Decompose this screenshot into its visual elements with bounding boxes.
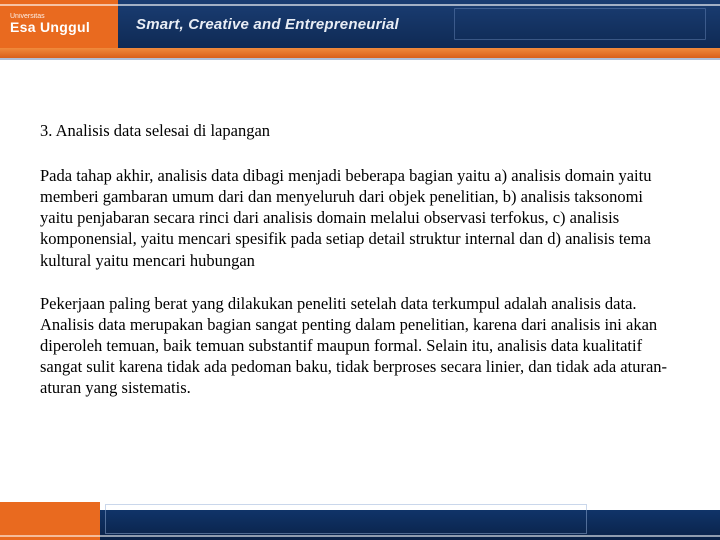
footer-white-line xyxy=(0,535,720,537)
slide-header: Universitas Esa Unggul Smart, Creative a… xyxy=(0,0,720,48)
header-top-line xyxy=(0,4,720,6)
header-frame xyxy=(454,8,706,40)
blue-thin-line xyxy=(0,58,720,60)
section-heading: 3. Analisis data selesai di lapangan xyxy=(40,120,680,141)
slide-content: 3. Analisis data selesai di lapangan Pad… xyxy=(0,60,720,398)
orange-divider xyxy=(0,48,720,58)
logo-small-text: Universitas xyxy=(10,13,118,20)
paragraph-1: Pada tahap akhir, analisis data dibagi m… xyxy=(40,165,680,271)
footer-frame xyxy=(105,504,587,534)
logo-block: Universitas Esa Unggul xyxy=(0,0,118,48)
paragraph-2: Pekerjaan paling berat yang dilakukan pe… xyxy=(40,293,680,399)
logo-main-text: Esa Unggul xyxy=(10,20,118,35)
slide-footer xyxy=(0,496,720,540)
